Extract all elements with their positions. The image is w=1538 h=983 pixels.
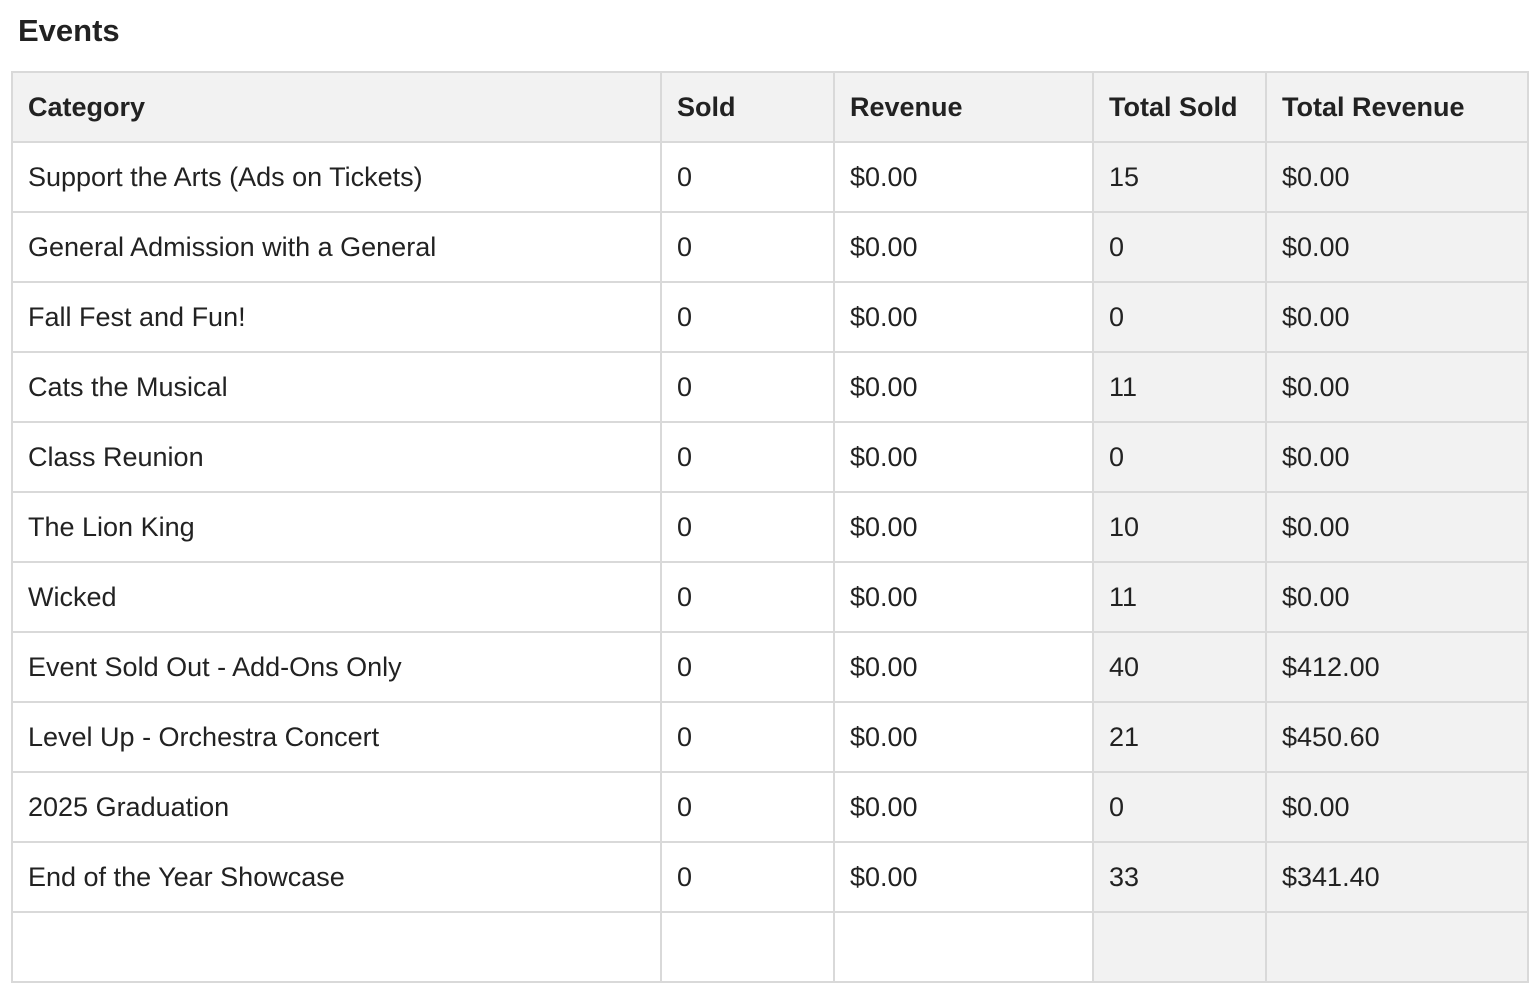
table-row: 2025 Graduation 0 $0.00 0 $0.00 — [11, 771, 1529, 843]
table-header-row: Category Sold Revenue Total Sold Total R… — [11, 71, 1529, 143]
table-row: The Lion King 0 $0.00 10 $0.00 — [11, 491, 1529, 563]
column-header-total-revenue: Total Revenue — [1265, 71, 1529, 143]
sold-cell — [660, 911, 835, 983]
category-cell: Event Sold Out - Add-Ons Only — [11, 631, 662, 703]
revenue-cell: $0.00 — [833, 351, 1094, 423]
revenue-cell: $0.00 — [833, 631, 1094, 703]
category-cell: End of the Year Showcase — [11, 841, 662, 913]
table-row: Cats the Musical 0 $0.00 11 $0.00 — [11, 351, 1529, 423]
sold-cell: 0 — [660, 281, 835, 353]
sold-cell: 0 — [660, 211, 835, 283]
revenue-cell: $0.00 — [833, 141, 1094, 213]
column-header-revenue: Revenue — [833, 71, 1094, 143]
total-revenue-cell: $0.00 — [1265, 281, 1529, 353]
sold-cell: 0 — [660, 701, 835, 773]
revenue-cell: $0.00 — [833, 491, 1094, 563]
total-revenue-cell: $0.00 — [1265, 491, 1529, 563]
column-header-total-sold: Total Sold — [1092, 71, 1267, 143]
category-cell: Support the Arts (Ads on Tickets) — [11, 141, 662, 213]
table-row: General Admission with a General 0 $0.00… — [11, 211, 1529, 283]
revenue-cell: $0.00 — [833, 561, 1094, 633]
total-revenue-cell: $0.00 — [1265, 211, 1529, 283]
total-revenue-cell: $341.40 — [1265, 841, 1529, 913]
total-sold-cell: 33 — [1092, 841, 1267, 913]
total-sold-cell: 21 — [1092, 701, 1267, 773]
total-revenue-cell: $450.60 — [1265, 701, 1529, 773]
events-table: Category Sold Revenue Total Sold Total R… — [11, 71, 1529, 983]
revenue-cell: $0.00 — [833, 211, 1094, 283]
sold-cell: 0 — [660, 631, 835, 703]
total-revenue-cell: $412.00 — [1265, 631, 1529, 703]
total-revenue-cell — [1265, 911, 1529, 983]
total-revenue-cell: $0.00 — [1265, 141, 1529, 213]
total-sold-cell: 0 — [1092, 771, 1267, 843]
revenue-cell: $0.00 — [833, 421, 1094, 493]
total-sold-cell: 40 — [1092, 631, 1267, 703]
category-cell: Level Up - Orchestra Concert — [11, 701, 662, 773]
total-sold-cell — [1092, 911, 1267, 983]
total-revenue-cell: $0.00 — [1265, 351, 1529, 423]
revenue-cell: $0.00 — [833, 771, 1094, 843]
category-cell: Wicked — [11, 561, 662, 633]
column-header-sold: Sold — [660, 71, 835, 143]
category-cell: Cats the Musical — [11, 351, 662, 423]
sold-cell: 0 — [660, 841, 835, 913]
table-row: Class Reunion 0 $0.00 0 $0.00 — [11, 421, 1529, 493]
category-cell: 2025 Graduation — [11, 771, 662, 843]
sold-cell: 0 — [660, 561, 835, 633]
sold-cell: 0 — [660, 421, 835, 493]
revenue-cell: $0.00 — [833, 841, 1094, 913]
total-sold-cell: 0 — [1092, 281, 1267, 353]
total-sold-cell: 0 — [1092, 421, 1267, 493]
table-row: Level Up - Orchestra Concert 0 $0.00 21 … — [11, 701, 1529, 773]
category-cell: Class Reunion — [11, 421, 662, 493]
table-row: End of the Year Showcase 0 $0.00 33 $341… — [11, 841, 1529, 913]
category-cell: Fall Fest and Fun! — [11, 281, 662, 353]
sold-cell: 0 — [660, 771, 835, 843]
total-sold-cell: 10 — [1092, 491, 1267, 563]
revenue-cell: $0.00 — [833, 281, 1094, 353]
table-row — [11, 911, 1529, 983]
table-row: Fall Fest and Fun! 0 $0.00 0 $0.00 — [11, 281, 1529, 353]
page-title: Events — [18, 13, 120, 48]
revenue-cell — [833, 911, 1094, 983]
table-row: Support the Arts (Ads on Tickets) 0 $0.0… — [11, 141, 1529, 213]
total-sold-cell: 0 — [1092, 211, 1267, 283]
total-revenue-cell: $0.00 — [1265, 421, 1529, 493]
total-sold-cell: 11 — [1092, 561, 1267, 633]
category-cell: General Admission with a General — [11, 211, 662, 283]
sold-cell: 0 — [660, 351, 835, 423]
table-row: Wicked 0 $0.00 11 $0.00 — [11, 561, 1529, 633]
total-sold-cell: 15 — [1092, 141, 1267, 213]
column-header-category: Category — [11, 71, 662, 143]
category-cell: The Lion King — [11, 491, 662, 563]
table-row: Event Sold Out - Add-Ons Only 0 $0.00 40… — [11, 631, 1529, 703]
total-revenue-cell: $0.00 — [1265, 561, 1529, 633]
total-revenue-cell: $0.00 — [1265, 771, 1529, 843]
category-cell — [11, 911, 662, 983]
total-sold-cell: 11 — [1092, 351, 1267, 423]
sold-cell: 0 — [660, 141, 835, 213]
revenue-cell: $0.00 — [833, 701, 1094, 773]
sold-cell: 0 — [660, 491, 835, 563]
